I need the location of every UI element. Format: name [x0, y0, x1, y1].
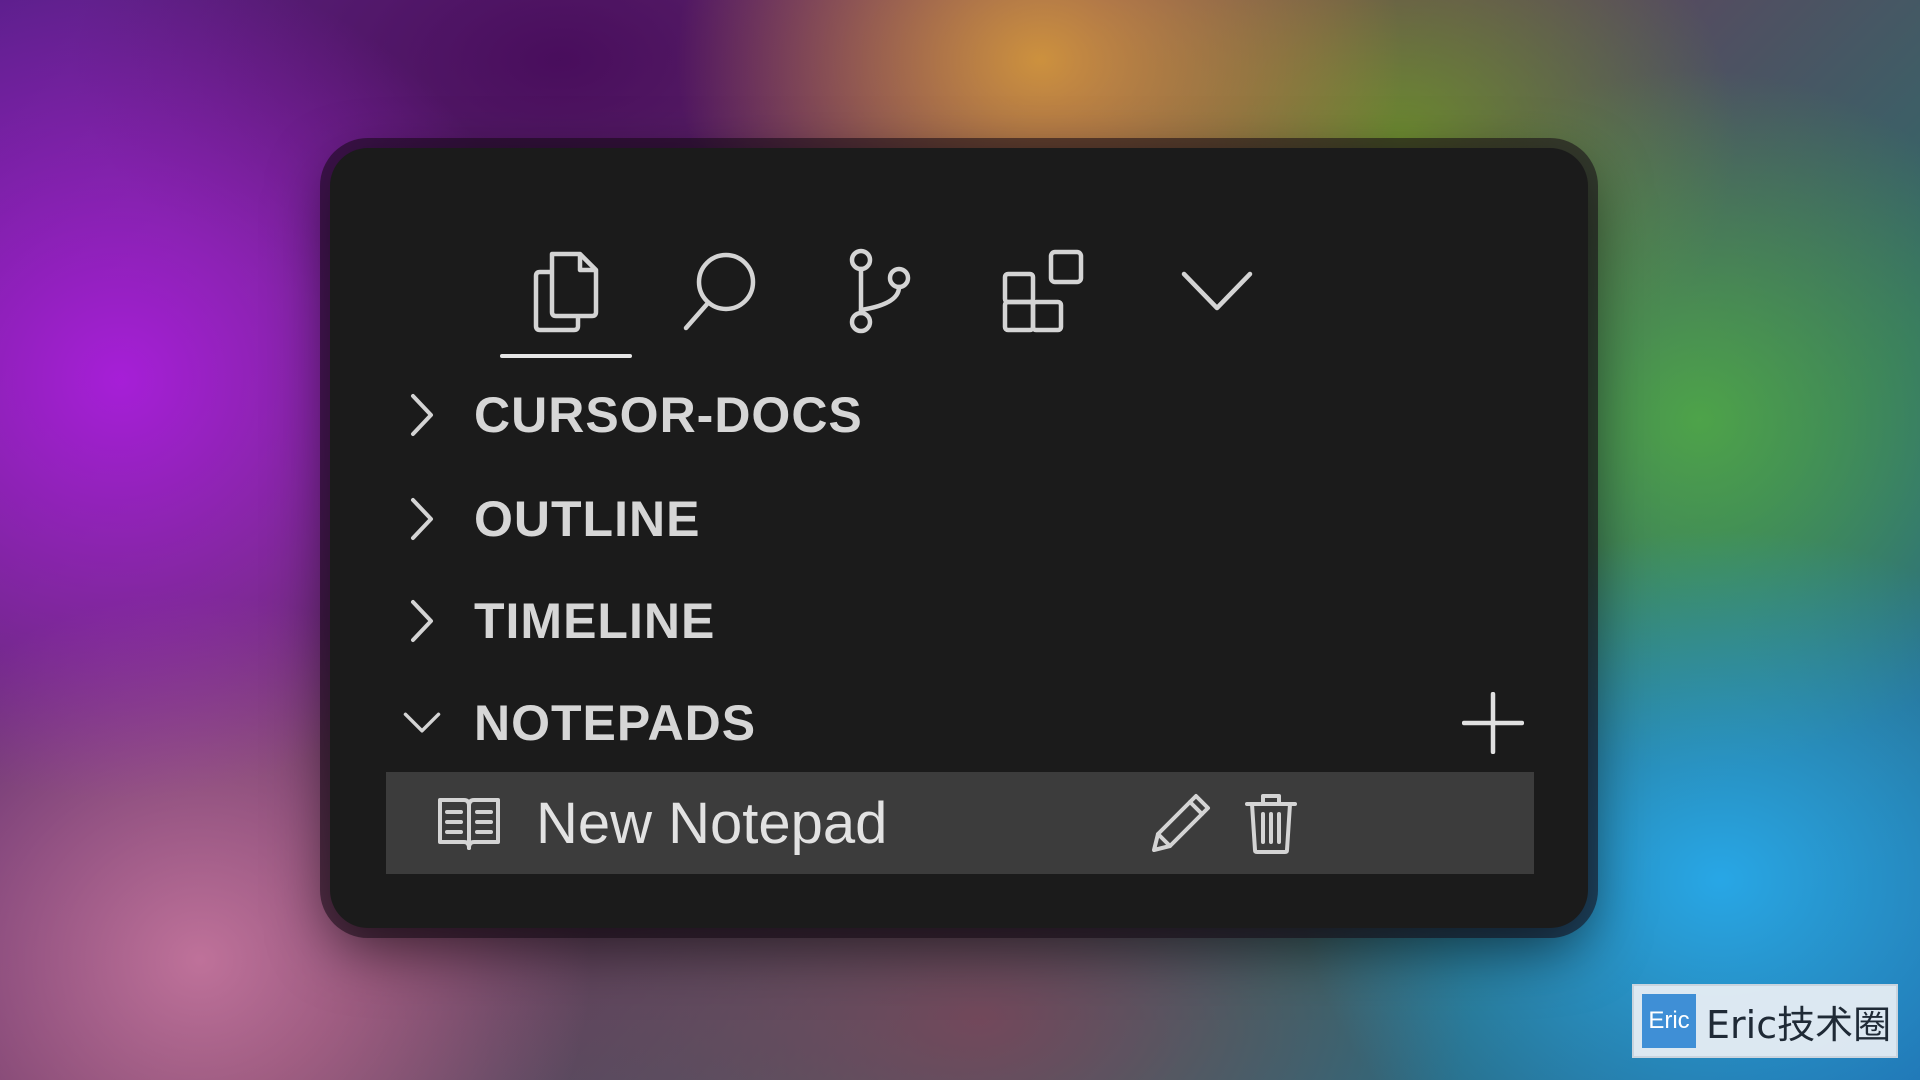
search-icon	[683, 252, 756, 331]
add-notepad-button[interactable]	[1460, 690, 1526, 756]
notepad-label: New Notepad	[536, 790, 888, 856]
section-notepads[interactable]: NOTEPADS	[330, 678, 1588, 768]
section-title: CURSOR-DOCS	[474, 387, 863, 443]
extensions-icon	[1002, 249, 1084, 333]
watermark-logo: Eric	[1642, 994, 1696, 1048]
sidebar-panel: CURSOR-DOCS OUTLINE TIMELINE NOTEPADS Ne…	[330, 148, 1588, 928]
section-title: TIMELINE	[474, 593, 716, 649]
chevron-right-icon	[402, 394, 442, 436]
activity-more[interactable]	[1152, 236, 1282, 346]
activity-search[interactable]	[660, 236, 780, 346]
chevron-right-icon	[402, 600, 442, 642]
activity-explorer[interactable]	[500, 236, 632, 358]
section-title: NOTEPADS	[474, 695, 757, 751]
plus-icon	[1462, 692, 1524, 754]
chevron-right-icon	[402, 498, 442, 540]
activity-bar	[330, 148, 1588, 364]
section-title: OUTLINE	[474, 491, 701, 547]
section-cursor-docs[interactable]: CURSOR-DOCS	[330, 370, 1588, 460]
trash-icon	[1245, 794, 1297, 854]
files-icon	[533, 251, 599, 333]
chevron-down-icon	[402, 703, 442, 743]
list-item[interactable]: New Notepad	[386, 772, 1534, 874]
section-timeline[interactable]: TIMELINE	[330, 576, 1588, 666]
section-outline[interactable]: OUTLINE	[330, 474, 1588, 564]
watermark: Eric Eric技术圈	[1632, 984, 1898, 1058]
chevron-down-icon	[1181, 271, 1253, 311]
activity-source-control[interactable]	[820, 236, 940, 346]
activity-extensions[interactable]	[978, 236, 1108, 346]
delete-notepad-button[interactable]	[1236, 788, 1306, 858]
book-icon	[438, 798, 500, 850]
source-control-icon	[849, 248, 911, 334]
pencil-icon	[1152, 794, 1210, 852]
edit-notepad-button[interactable]	[1146, 788, 1216, 858]
watermark-text: Eric技术圈	[1706, 1002, 1892, 1047]
